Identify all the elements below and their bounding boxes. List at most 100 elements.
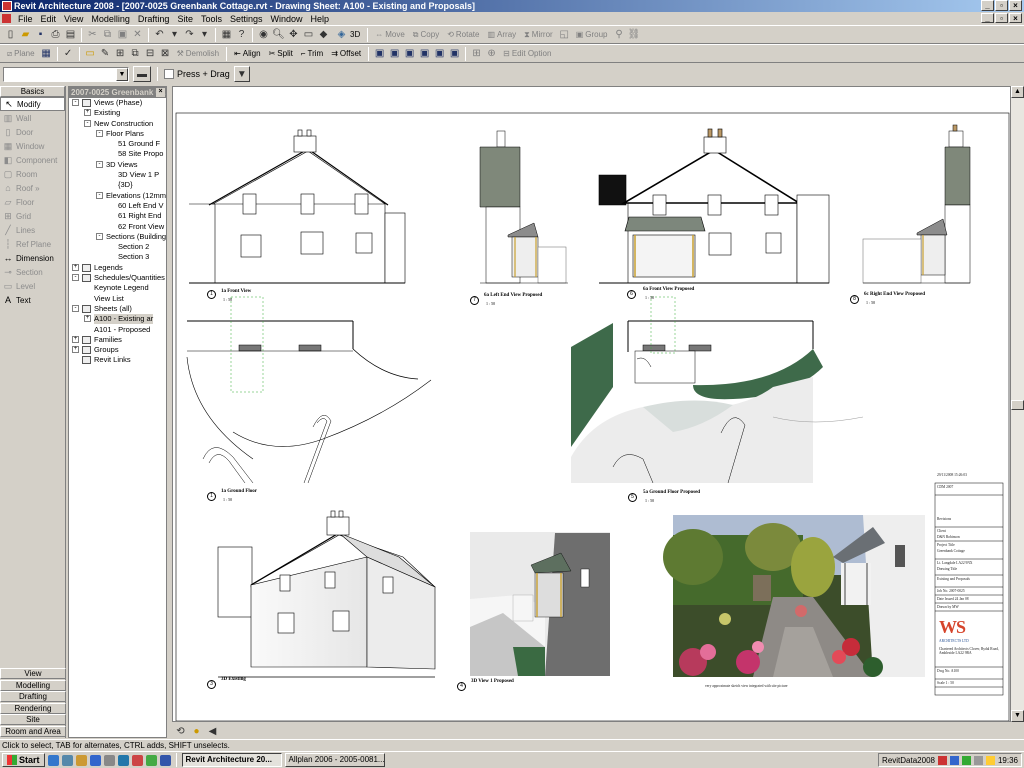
expand-icon[interactable]: + xyxy=(72,263,79,271)
tree-node[interactable]: + Families xyxy=(69,335,166,345)
design-bar-item-room[interactable]: ▢ Room xyxy=(0,167,65,181)
design-bar-tab-modelling[interactable]: Modelling xyxy=(0,679,66,691)
menu-settings[interactable]: Settings xyxy=(226,14,267,24)
pin-icon[interactable]: ⚲ xyxy=(612,28,625,41)
tree-node[interactable]: {3D} xyxy=(69,180,166,190)
save-icon[interactable]: ▪ xyxy=(34,28,47,41)
print-preview-icon[interactable]: ▤ xyxy=(64,28,77,41)
menu-drafting[interactable]: Drafting xyxy=(134,14,174,24)
align-button[interactable]: ⇤ Align xyxy=(231,47,264,61)
properties-icon[interactable]: ▦ xyxy=(220,28,233,41)
collapse-icon[interactable]: - xyxy=(72,304,79,312)
collapse-icon[interactable]: - xyxy=(96,232,103,240)
tree-node[interactable]: View List xyxy=(69,294,166,304)
vertical-scrollbar[interactable]: ▲ ▼ xyxy=(1011,86,1024,722)
press-drag-checkbox[interactable]: Press + Drag xyxy=(164,69,230,80)
delete-icon[interactable]: ✕ xyxy=(131,28,144,41)
paste-view-icon[interactable]: ▣ xyxy=(418,47,431,60)
tree-node[interactable]: - Views (Phase) xyxy=(69,98,166,108)
expand-icon[interactable]: + xyxy=(72,335,79,343)
zoom-icon[interactable]: 🔍︎ xyxy=(272,28,285,41)
tree-node[interactable]: - Floor Plans xyxy=(69,129,166,139)
copy-button[interactable]: ⧉ Copy xyxy=(410,28,442,42)
antivirus-icon[interactable] xyxy=(937,755,947,765)
link-icon[interactable]: ⛓ xyxy=(627,28,641,41)
type-properties-icon[interactable]: ▬ xyxy=(133,66,151,82)
visual-style-icon[interactable]: ⟲ xyxy=(174,725,187,738)
doc-minimize-button[interactable]: _ xyxy=(981,13,994,23)
design-bar-item-dimension[interactable]: ↔ Dimension xyxy=(0,251,65,265)
print-icon[interactable]: ⎙ xyxy=(49,28,62,41)
word-icon[interactable] xyxy=(159,754,171,766)
menu-window[interactable]: Window xyxy=(267,14,307,24)
offset-button[interactable]: ⇉ Offset xyxy=(328,47,364,61)
menu-site[interactable]: Site xyxy=(173,14,197,24)
move-button[interactable]: ⇔ Move xyxy=(372,28,408,42)
paste-icon[interactable]: ▣ xyxy=(116,28,129,41)
tree-node[interactable]: 3D View 1 P xyxy=(69,170,166,180)
start-button[interactable]: Start xyxy=(2,753,45,767)
hide-isolate-icon[interactable]: ◀ xyxy=(206,725,219,738)
mirror-button[interactable]: ⧗ Mirror xyxy=(521,28,556,42)
design-bar-header-basics[interactable]: Basics xyxy=(0,86,65,97)
type-selector[interactable]: ▼ xyxy=(3,66,129,82)
tree-node[interactable]: Section 2 xyxy=(69,242,166,252)
3d-view-button[interactable]: ◈ 3D xyxy=(332,28,363,42)
design-bar-item-roof[interactable]: ⌂ Roof » xyxy=(0,181,65,195)
explorer-icon[interactable] xyxy=(75,754,87,766)
grid-visibility-icon[interactable]: ▦ xyxy=(40,47,53,60)
acrobat-icon[interactable] xyxy=(131,754,143,766)
section-box-icon[interactable]: ▭ xyxy=(302,28,315,41)
whats-this-icon[interactable]: ? xyxy=(235,28,248,41)
tree-node[interactable]: 58 Site Propo xyxy=(69,149,166,159)
design-bar-item-wall[interactable]: ▥ Wall xyxy=(0,111,65,125)
collapse-icon[interactable]: - xyxy=(72,99,79,106)
new-file-icon[interactable]: ▯ xyxy=(4,28,17,41)
add-to-set-icon[interactable]: ⊕ xyxy=(485,47,498,60)
menu-view[interactable]: View xyxy=(60,14,87,24)
collapse-icon[interactable]: - xyxy=(96,191,103,199)
doc-close-button[interactable]: × xyxy=(1009,13,1022,23)
close-icon[interactable]: × xyxy=(156,88,165,97)
undo-dropdown-icon[interactable]: ▾ xyxy=(168,28,181,41)
copy-icon[interactable]: ⧉ xyxy=(101,28,114,41)
collapse-icon[interactable]: - xyxy=(84,119,91,127)
tree-node[interactable]: - Elevations (12mm xyxy=(69,191,166,201)
revit-app-icon[interactable] xyxy=(2,1,12,11)
document-icon[interactable] xyxy=(2,14,11,23)
design-bar-item-grid[interactable]: ⊞ Grid xyxy=(0,209,65,223)
dynamic-view-icon[interactable]: ✥ xyxy=(287,28,300,41)
group-button[interactable]: ▣ Group xyxy=(573,28,611,42)
design-bar-tab-view[interactable]: View xyxy=(0,668,66,679)
filter-icon[interactable]: ▼ xyxy=(233,66,250,82)
menu-modelling[interactable]: Modelling xyxy=(87,14,134,24)
design-bar-item-window[interactable]: ▦ Window xyxy=(0,139,65,153)
cut-icon[interactable]: ✂ xyxy=(86,28,99,41)
minimize-button[interactable]: _ xyxy=(981,0,994,11)
doc-restore-button[interactable]: ▫ xyxy=(995,13,1008,23)
design-bar-item-level[interactable]: ▭ Level xyxy=(0,279,65,293)
media-icon[interactable] xyxy=(117,754,129,766)
collapse-icon[interactable]: - xyxy=(72,274,79,282)
expand-icon[interactable]: + xyxy=(72,346,79,354)
tree-node[interactable]: A101 - Proposed xyxy=(69,325,166,335)
menu-edit[interactable]: Edit xyxy=(37,14,61,24)
design-bar-item-section[interactable]: ⊸ Section xyxy=(0,265,65,279)
chevron-down-icon[interactable]: ▼ xyxy=(116,67,128,81)
tree-node[interactable]: - Sections (Building xyxy=(69,232,166,242)
tree-node[interactable]: + Legends xyxy=(69,263,166,273)
design-options-icon[interactable]: ⊞ xyxy=(470,47,483,60)
design-bar-item-floor[interactable]: ▱ Floor xyxy=(0,195,65,209)
tree-node[interactable]: - Schedules/Quantities xyxy=(69,273,166,283)
tree-node[interactable]: + A100 - Existing ar xyxy=(69,314,166,325)
design-bar-item-component[interactable]: ◧ Component xyxy=(0,153,65,167)
paste-aligned-icon[interactable]: ▣ xyxy=(388,47,401,60)
array-button[interactable]: ▥ Array xyxy=(484,28,519,42)
calculator-icon[interactable] xyxy=(103,754,115,766)
design-bar-item-ref-plane[interactable]: ┆ Ref Plane xyxy=(0,237,65,251)
lightbulb-icon[interactable]: ● xyxy=(190,725,203,738)
design-bar-tab-room-and-area[interactable]: Room and Area xyxy=(0,725,66,737)
press-drag-check[interactable] xyxy=(164,69,174,80)
tree-node[interactable]: Section 3 xyxy=(69,252,166,262)
design-bar-tab-rendering[interactable]: Rendering xyxy=(0,702,66,714)
